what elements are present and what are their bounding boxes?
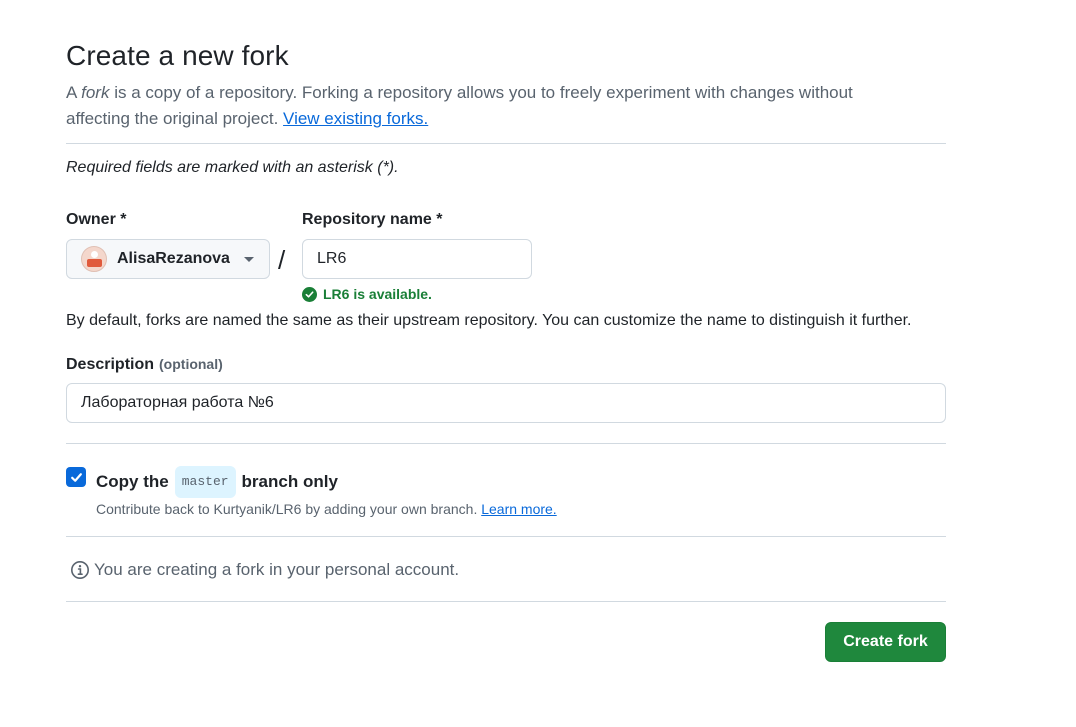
fork-page: Create a new fork A fork is a copy of a … [0,0,1076,727]
page-title: Create a new fork [66,40,289,71]
availability-text: LR6 is available. [323,286,432,302]
repository-name-input[interactable] [302,239,532,279]
repository-name-label: Repository name * [302,211,443,228]
owner-repo-row: Owner * AlisaRezanova / Repository name … [66,209,946,302]
copy-label-a: Copy the [96,472,169,491]
checkmark-icon [70,472,82,482]
page-intro: A fork is a copy of a repository. Forkin… [66,80,896,132]
description-label: Description [66,356,155,373]
form-actions: Create fork [66,622,946,662]
copy-branch-option: Copy the master branch only Contribute b… [66,466,946,517]
check-circle-icon [302,286,317,302]
owner-field: Owner * AlisaRezanova [66,209,270,279]
learn-more-link[interactable]: Learn more. [481,501,556,517]
description-label-row: Description (optional) [66,354,946,376]
copy-branch-description: Contribute back to Kurtyanik/LR6 by addi… [96,501,557,517]
fork-form-container: Create a new fork A fork is a copy of a … [66,38,946,662]
intro-text-b: is a copy of a repository. Forking a rep… [66,83,853,128]
view-existing-forks-link[interactable]: View existing forks. [283,109,428,128]
caret-down-icon [243,256,254,262]
copy-branch-label[interactable]: Copy the master branch only [96,466,557,498]
divider [66,443,946,444]
info-icon [70,560,90,580]
owner-repo-separator: / [278,245,286,275]
info-text: You are creating a fork in your personal… [94,560,460,579]
branch-name-chip: master [174,466,236,498]
owner-name: AlisaRezanova [117,250,230,267]
description-input[interactable] [66,383,946,423]
copy-branch-checkbox[interactable] [66,467,86,487]
divider [66,601,946,602]
personal-account-info: You are creating a fork in your personal… [70,560,946,580]
intro-text-a: A [66,83,82,102]
divider [66,536,946,537]
copy-label-b: branch only [241,472,338,491]
intro-fork-term: fork [81,83,110,102]
availability-status: LR6 is available. [302,286,432,302]
divider [66,143,946,144]
avatar [81,246,107,272]
optional-tag: (optional) [159,356,223,372]
owner-label: Owner * [66,211,127,228]
owner-dropdown-button[interactable]: AlisaRezanova [66,239,270,279]
copy-sub-text: Contribute back to Kurtyanik/LR6 by addi… [96,501,482,517]
repository-name-field: Repository name * LR6 is available. [302,209,532,302]
required-fields-note: Required fields are marked with an aster… [66,159,399,176]
copy-branch-text: Copy the master branch only Contribute b… [96,466,557,517]
fork-naming-help: By default, forks are named the same as … [66,312,912,329]
create-fork-button[interactable]: Create fork [825,622,946,662]
